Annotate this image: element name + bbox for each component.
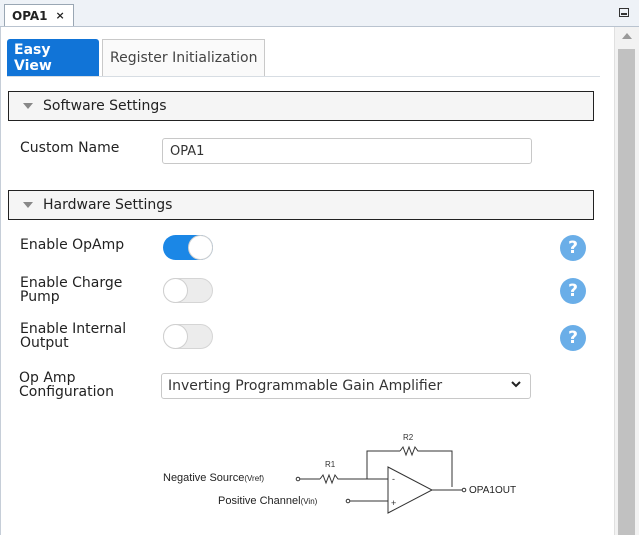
chevron-down-icon <box>511 381 521 388</box>
enable-internal-output-toggle[interactable] <box>163 324 213 349</box>
software-settings-title: Software Settings <box>43 98 167 114</box>
output-terminal <box>461 487 467 493</box>
vertical-scrollbar[interactable] <box>614 27 639 535</box>
op-amp-configuration-select[interactable]: Inverting Programmable Gain Amplifier <box>161 373 531 399</box>
op-amp-configuration-label: Op Amp Configuration <box>19 371 114 399</box>
document-tab-opa1[interactable]: OPA1 × <box>4 4 74 26</box>
toggle-knob <box>188 235 213 260</box>
tab-divider <box>7 76 600 77</box>
toggle-knob <box>163 324 188 349</box>
op-amp-configuration-label-line2: Configuration <box>19 384 114 400</box>
output-label: OPA1OUT <box>469 485 516 496</box>
view-tabs: Easy View Register Initialization <box>7 39 266 77</box>
document-tab-title: OPA1 <box>12 8 48 23</box>
enable-charge-pump-label-line1: Enable Charge <box>20 275 123 291</box>
minus-sign: - <box>392 474 395 484</box>
plus-sign: + <box>391 498 396 508</box>
op-amp-configuration-label-line1: Op Amp <box>19 370 76 386</box>
positive-channel-label: Positive Channel(Vin) <box>218 495 318 507</box>
op-amp-configuration-value: Inverting Programmable Gain Amplifier <box>168 378 443 394</box>
enable-opamp-label: Enable OpAmp <box>20 237 125 253</box>
negative-source-label: Negative Source(Vref) <box>163 472 264 484</box>
custom-name-label: Custom Name <box>20 140 120 156</box>
toggle-knob <box>163 278 188 303</box>
tab-easy-view[interactable]: Easy View <box>7 39 99 77</box>
help-icon[interactable]: ? <box>560 235 586 261</box>
negative-source-terminal <box>295 476 301 482</box>
positive-channel-subscript: (Vin) <box>301 497 318 506</box>
minimize-icon[interactable] <box>619 8 629 17</box>
help-icon[interactable]: ? <box>560 325 586 351</box>
positive-channel-terminal <box>345 498 351 504</box>
enable-internal-output-label-line1: Enable Internal <box>20 321 127 337</box>
positive-channel-text: Positive Channel <box>218 495 301 507</box>
help-icon[interactable]: ? <box>560 278 586 304</box>
enable-internal-output-label: Enable Internal Output <box>20 322 126 350</box>
enable-charge-pump-label: Enable Charge Pump <box>20 276 122 304</box>
custom-name-input[interactable] <box>162 138 532 164</box>
software-settings-header[interactable]: Software Settings <box>8 91 594 121</box>
enable-charge-pump-toggle[interactable] <box>163 278 213 303</box>
negative-source-text: Negative Source <box>163 472 244 484</box>
close-icon[interactable]: × <box>56 9 65 22</box>
inverting-pga-schematic: R2 R1 Negative Source(Vref) Positive Cha… <box>163 433 516 514</box>
negative-source-subscript: (Vref) <box>244 474 264 483</box>
scroll-thumb[interactable] <box>618 49 635 535</box>
enable-charge-pump-label-line2: Pump <box>20 289 60 305</box>
collapse-triangle-icon <box>23 103 33 109</box>
scroll-up-arrow-icon[interactable] <box>622 33 632 39</box>
r1-label: R1 <box>325 460 336 469</box>
hardware-settings-title: Hardware Settings <box>43 197 173 213</box>
tab-register-initialization[interactable]: Register Initialization <box>102 39 266 77</box>
hardware-settings-header[interactable]: Hardware Settings <box>8 190 594 220</box>
collapse-triangle-icon <box>23 202 33 208</box>
document-tab-bar: OPA1 × <box>0 0 639 27</box>
enable-internal-output-label-line2: Output <box>20 335 69 351</box>
enable-opamp-toggle[interactable] <box>163 235 213 260</box>
r2-label: R2 <box>403 433 414 442</box>
